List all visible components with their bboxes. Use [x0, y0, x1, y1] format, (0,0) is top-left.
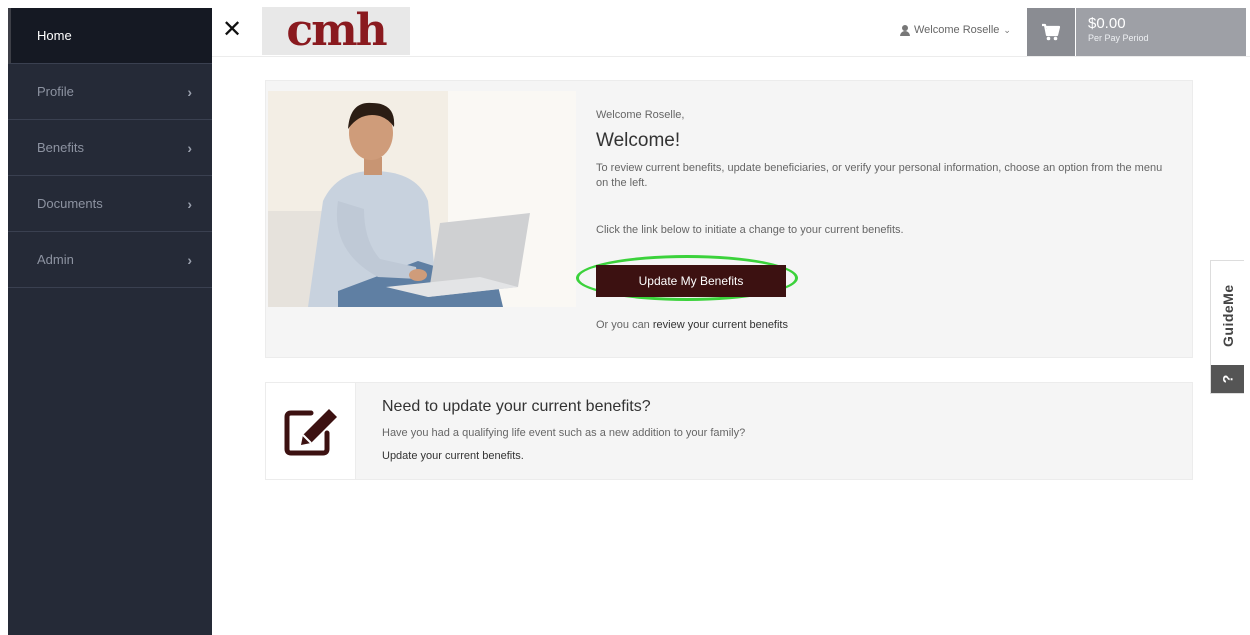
help-icon: ? — [1211, 365, 1244, 393]
update-current-benefits-link[interactable]: Update your current benefits. — [382, 450, 524, 462]
logo-text: cmh — [286, 5, 387, 56]
sidebar-item-admin[interactable]: Admin › — [8, 232, 212, 288]
cart-period: Per Pay Period — [1088, 33, 1149, 43]
sidebar-item-label: Documents — [37, 196, 103, 211]
guideme-label: GuideMe — [1220, 284, 1236, 348]
sidebar-item-label: Profile — [37, 84, 74, 99]
cart-amount: $0.00 — [1088, 15, 1126, 32]
user-menu-label: Welcome Roselle — [914, 24, 1000, 36]
sidebar-item-documents[interactable]: Documents › — [8, 176, 212, 232]
update-my-benefits-button[interactable]: Update My Benefits — [596, 265, 786, 297]
review-prefix: Or you can — [596, 319, 650, 331]
chevron-right-icon: › — [187, 195, 192, 212]
guideme-tab[interactable]: GuideMe ? — [1210, 260, 1244, 394]
chevron-right-icon: › — [187, 83, 192, 100]
user-icon — [900, 24, 910, 36]
card-title: Need to update your current benefits? — [382, 398, 651, 415]
hero-photo — [268, 91, 576, 307]
greeting-text: Welcome Roselle, — [596, 109, 685, 121]
chevron-right-icon: › — [187, 251, 192, 268]
cart-icon — [1042, 23, 1061, 41]
page-title: Welcome! — [596, 130, 681, 151]
update-benefits-card: Need to update your current benefits? Ha… — [265, 382, 1193, 480]
edit-icon — [284, 409, 337, 456]
chevron-right-icon: › — [187, 139, 192, 156]
sidebar-item-home[interactable]: Home — [8, 8, 212, 64]
sidebar-item-label: Benefits — [37, 140, 84, 155]
company-logo[interactable]: cmh — [262, 7, 410, 55]
sidebar-item-benefits[interactable]: Benefits › — [8, 120, 212, 176]
welcome-panel: Welcome Roselle, Welcome! To review curr… — [265, 80, 1193, 358]
review-current-benefits-link[interactable]: review your current benefits — [653, 319, 788, 331]
sidebar-item-profile[interactable]: Profile › — [8, 64, 212, 120]
welcome-description: To review current benefits, update benef… — [596, 162, 1163, 189]
sidebar: Home Profile › Benefits › Documents › Ad… — [8, 8, 212, 635]
review-benefits-line: Or you can review your current benefits — [596, 319, 788, 331]
sidebar-item-label: Home — [37, 28, 72, 43]
card-icon-box — [266, 383, 356, 479]
card-subtitle: Have you had a qualifying life event suc… — [382, 427, 746, 439]
change-instruction: Click the link below to initiate a chang… — [596, 224, 904, 236]
chevron-down-icon: ⌄ — [1003, 24, 1011, 35]
cart-button[interactable] — [1027, 8, 1075, 56]
sidebar-item-label: Admin — [37, 252, 74, 267]
close-icon[interactable]: ✕ — [222, 18, 242, 42]
cart-total[interactable]: $0.00 Per Pay Period — [1076, 8, 1246, 56]
help-glyph: ? — [1219, 374, 1236, 384]
user-menu[interactable]: Welcome Roselle ⌄ — [900, 24, 1011, 36]
header-divider — [212, 56, 1250, 57]
